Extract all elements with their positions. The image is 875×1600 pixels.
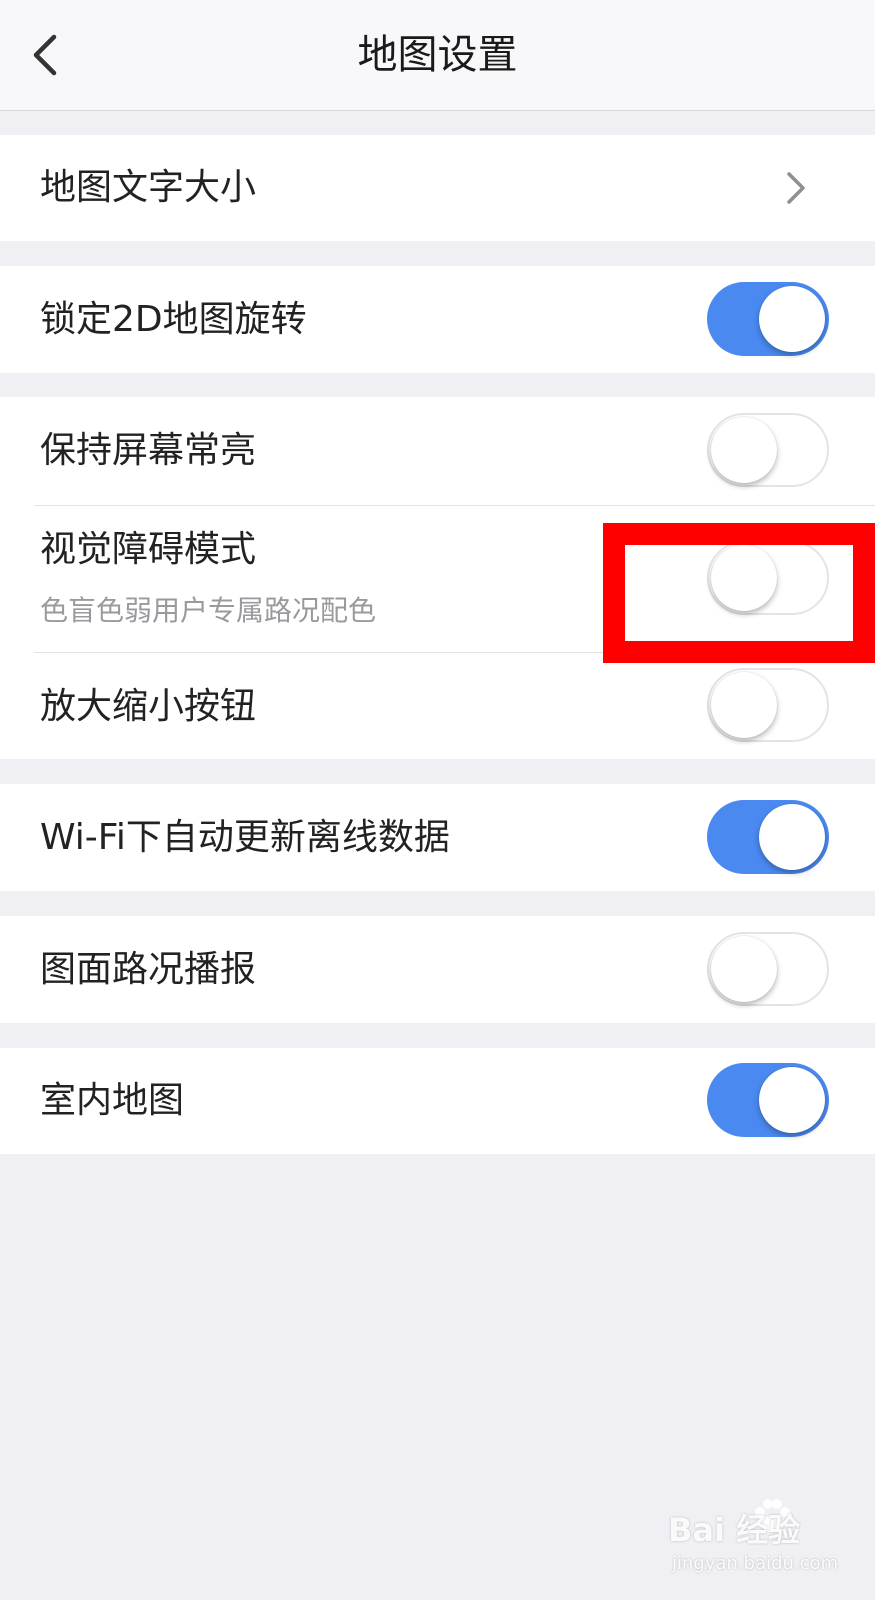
setting-row-text-size[interactable]: 地图文字大小	[0, 135, 875, 241]
toggle-knob	[711, 417, 777, 483]
toggle-knob	[711, 672, 777, 738]
setting-label-wifi-offline-update: Wi-Fi下自动更新离线数据	[40, 817, 450, 858]
baidu-jingyan-watermark: Bai 经验 jingyan.baidu.com	[668, 1499, 858, 1588]
section-display: 保持屏幕常亮 视觉障碍模式 色盲色弱用户专属路况配色 放大缩小按钮	[0, 397, 875, 759]
setting-label-keep-screen-on: 保持屏幕常亮	[40, 430, 257, 471]
toggle-zoom-buttons[interactable]	[707, 668, 829, 742]
setting-row-wifi-offline-update: Wi-Fi下自动更新离线数据	[0, 784, 875, 891]
toggle-knob	[759, 286, 825, 352]
setting-description-visual-impairment-mode: 色盲色弱用户专属路况配色	[40, 594, 377, 627]
setting-label-text-size: 地图文字大小	[40, 167, 257, 208]
section-rotation: 锁定2D地图旋转	[0, 266, 875, 373]
toggle-traffic-broadcast[interactable]	[707, 932, 829, 1006]
section-indoor-map: 室内地图	[0, 1048, 875, 1154]
watermark-url: jingyan.baidu.com	[672, 1553, 839, 1574]
setting-label-lock-2d-rotation: 锁定2D地图旋转	[40, 299, 307, 340]
setting-row-traffic-broadcast: 图面路况播报	[0, 916, 875, 1023]
toggle-indoor-map[interactable]	[707, 1063, 829, 1137]
setting-row-indoor-map: 室内地图	[0, 1048, 875, 1154]
setting-row-visual-impairment-mode: 视觉障碍模式 色盲色弱用户专属路况配色	[0, 506, 875, 652]
setting-row-keep-screen-on: 保持屏幕常亮	[0, 397, 875, 505]
toggle-lock-2d-rotation[interactable]	[707, 282, 829, 356]
watermark-brand: Bai 经验	[668, 1511, 801, 1549]
toggle-knob	[759, 804, 825, 870]
section-offline-data: Wi-Fi下自动更新离线数据	[0, 784, 875, 891]
setting-label-indoor-map: 室内地图	[40, 1080, 185, 1121]
setting-label-visual-impairment-mode: 视觉障碍模式	[40, 529, 257, 570]
toggle-visual-impairment-mode[interactable]	[707, 541, 829, 615]
chevron-right-icon	[787, 172, 805, 204]
section-traffic-broadcast: 图面路况播报	[0, 916, 875, 1023]
setting-label-zoom-buttons: 放大缩小按钮	[40, 686, 257, 727]
toggle-knob	[711, 545, 777, 611]
page-title: 地图设置	[357, 32, 518, 78]
toggle-wifi-offline-update[interactable]	[707, 800, 829, 874]
toggle-keep-screen-on[interactable]	[707, 413, 829, 487]
toggle-knob	[711, 936, 777, 1002]
setting-label-traffic-broadcast: 图面路况播报	[40, 949, 257, 990]
setting-row-lock-2d-rotation: 锁定2D地图旋转	[0, 266, 875, 373]
navigation-bar: 地图设置	[0, 0, 875, 111]
toggle-knob	[759, 1067, 825, 1133]
setting-row-zoom-buttons: 放大缩小按钮	[0, 653, 875, 759]
section-text-size: 地图文字大小	[0, 135, 875, 241]
